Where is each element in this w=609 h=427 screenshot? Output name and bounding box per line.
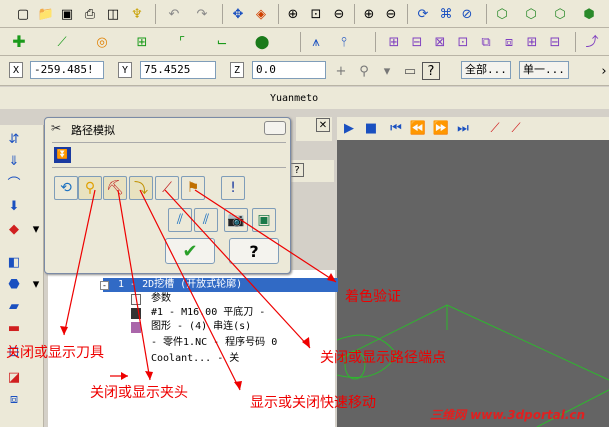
annotation-endpoints: 关闭或显示路径端点 (320, 350, 446, 366)
annotation-tool: 关闭或显示刀具 (6, 345, 104, 361)
annotation-arrows (60, 189, 337, 391)
watermark: 三维网 www.3dportal.cn (430, 408, 586, 422)
annotation-rapid: 显示或关闭快速移动 (250, 395, 376, 411)
annotation-shading: 着色验证 (345, 289, 401, 305)
annotation-holder: 关闭或显示夹头 (90, 385, 188, 401)
